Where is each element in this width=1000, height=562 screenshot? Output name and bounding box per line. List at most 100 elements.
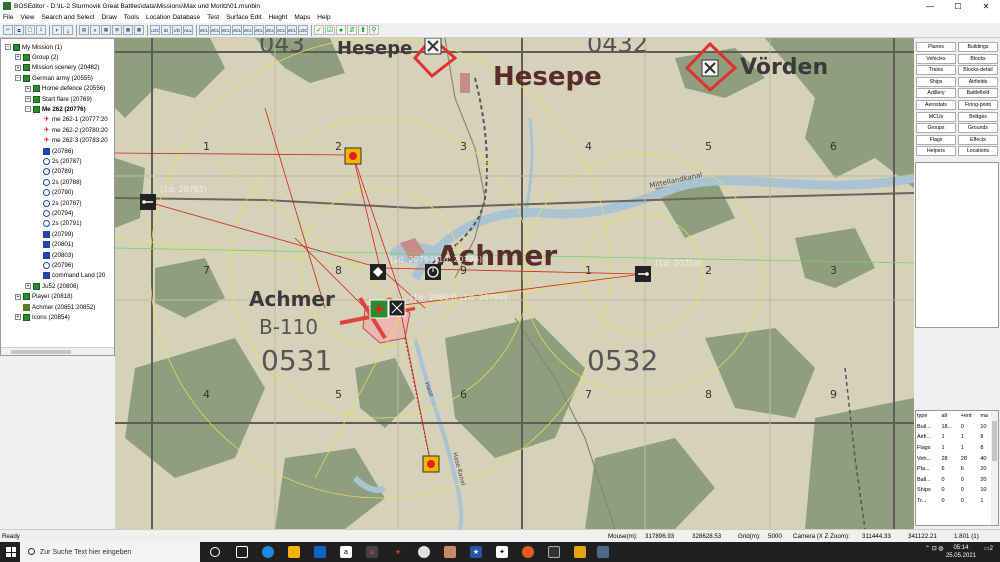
- toolbar-button-21[interactable]: MCU: [243, 25, 253, 35]
- menu-file[interactable]: File: [3, 14, 13, 21]
- menu-help[interactable]: Help: [317, 14, 330, 21]
- toolbar-button-23[interactable]: MCU: [265, 25, 275, 35]
- timer-icon[interactable]: [425, 264, 441, 280]
- trigger-icon-top[interactable]: [344, 147, 362, 165]
- object-type-button-battlefield[interactable]: Battlefield: [958, 88, 998, 99]
- taskbar-clock[interactable]: 05:14 25.05.2021: [946, 544, 976, 560]
- map-canvas[interactable]: Hesepe Hesepe Vörden Achmer Achmer B-110…: [115, 38, 914, 529]
- toolbar-extra-button-3[interactable]: ●: [336, 25, 346, 35]
- tree-item[interactable]: Achmer (20851:20852): [15, 302, 95, 312]
- collapse-icon[interactable]: −: [25, 106, 31, 113]
- waypoint-icon-east[interactable]: [635, 266, 651, 282]
- tree-item[interactable]: (20796): [35, 260, 73, 270]
- tree-item[interactable]: (20794): [35, 208, 73, 218]
- tree-item[interactable]: + Mission scenery (20482): [15, 63, 99, 73]
- toolbar-extra-button-5[interactable]: ⬆: [358, 25, 368, 35]
- toolbar-button-25[interactable]: MCU: [287, 25, 297, 35]
- stats-header[interactable]: type: [916, 411, 940, 422]
- expand-icon[interactable]: +: [15, 314, 21, 321]
- app-icon-4[interactable]: [548, 546, 560, 558]
- toolbar-button-19[interactable]: MCU: [221, 25, 231, 35]
- tree-item[interactable]: + Player (20818): [15, 292, 73, 302]
- waypoint-icon-west[interactable]: [140, 194, 156, 210]
- expand-icon[interactable]: +: [25, 283, 31, 290]
- store-icon[interactable]: [288, 546, 300, 558]
- tree-item[interactable]: + Ju52 (20806): [25, 281, 78, 291]
- object-type-button-blocks[interactable]: Blocks: [958, 53, 998, 64]
- expand-icon[interactable]: +: [15, 293, 21, 300]
- object-type-button-buildings[interactable]: Buildings: [958, 42, 998, 52]
- toolbar-button-8[interactable]: #: [90, 25, 100, 35]
- tree-item[interactable]: + Icons (20854): [15, 312, 70, 322]
- toolbar-button-16[interactable]: ALL: [183, 25, 193, 35]
- toolbar-button-13[interactable]: LOC: [150, 25, 160, 35]
- object-type-button-blocks-detail[interactable]: Blocks-detail: [958, 65, 998, 76]
- tree-item[interactable]: + Home defence (20556): [25, 84, 105, 94]
- toolbar-button-18[interactable]: MCU: [210, 25, 220, 35]
- toolbar-button-6[interactable]: ⤓: [63, 25, 73, 35]
- toolbar-button-7[interactable]: ▤: [79, 25, 89, 35]
- tree-item[interactable]: (20790): [35, 188, 73, 198]
- toolbar-button-24[interactable]: MCU: [276, 25, 286, 35]
- expand-icon[interactable]: +: [25, 85, 31, 92]
- object-type-button-planes[interactable]: Planes: [916, 42, 956, 52]
- toolbar-button-26[interactable]: LOC: [298, 25, 308, 35]
- menu-location-database[interactable]: Location Database: [146, 14, 200, 21]
- tree-item[interactable]: ✈ me 262-3 (20783:20: [35, 136, 108, 146]
- tree-item[interactable]: (20801): [35, 240, 73, 250]
- menu-surface-edit[interactable]: Surface Edit: [226, 14, 261, 21]
- edge-icon[interactable]: [262, 546, 274, 558]
- tree-item[interactable]: + Group (2): [15, 52, 58, 62]
- mission-tree[interactable]: − My Mission (1) + Group (2) + Mission scener…: [0, 38, 115, 356]
- taskbar-search[interactable]: Zur Suche Text hier eingeben: [20, 542, 200, 562]
- tree-item[interactable]: (20789): [35, 167, 73, 177]
- maximize-button[interactable]: ☐: [944, 2, 972, 11]
- tree-item[interactable]: − German army (20555): [15, 73, 93, 83]
- game-star-icon[interactable]: ★: [392, 546, 404, 558]
- object-type-button-firing-point[interactable]: Firing-point: [958, 100, 998, 110]
- object-type-button-ships[interactable]: Ships: [916, 76, 956, 87]
- toolbar-button-10[interactable]: ⊞: [112, 25, 122, 35]
- tree-item[interactable]: (20799): [35, 229, 73, 239]
- il2-icon[interactable]: ▲: [366, 546, 378, 558]
- tree-item[interactable]: 2s (20787): [35, 156, 82, 166]
- object-type-button-vehicles[interactable]: Vehicles: [916, 53, 956, 64]
- tree-item[interactable]: ✈ me 262-2 (20780:20: [35, 125, 108, 135]
- expand-icon[interactable]: +: [15, 64, 21, 71]
- toolbar-button-11[interactable]: ▩: [123, 25, 133, 35]
- stats-header[interactable]: all: [940, 411, 959, 422]
- collapse-icon[interactable]: −: [5, 44, 11, 50]
- tree-item[interactable]: (20786): [35, 146, 73, 156]
- tree-item[interactable]: − My Mission (1): [5, 42, 62, 52]
- amazon-icon[interactable]: a: [340, 546, 352, 558]
- toolbar-button-2[interactable]: ⧉: [14, 25, 24, 35]
- collapse-icon[interactable]: −: [15, 75, 21, 82]
- menu-view[interactable]: View: [20, 14, 34, 21]
- mail-icon[interactable]: [314, 546, 326, 558]
- app-icon-3[interactable]: ✦: [496, 546, 508, 558]
- object-type-button-locations[interactable]: Locations: [958, 146, 998, 157]
- stats-scrollbar[interactable]: [991, 411, 998, 525]
- menu-draw[interactable]: Draw: [102, 14, 117, 21]
- toolbar-button-12[interactable]: ▦: [134, 25, 144, 35]
- object-type-button-bridges[interactable]: Bridges: [958, 111, 998, 122]
- object-type-list[interactable]: [915, 162, 999, 328]
- object-type-button-grounds[interactable]: Grounds: [958, 123, 998, 134]
- minimize-button[interactable]: —: [916, 2, 944, 11]
- stats-header[interactable]: +ent: [960, 411, 980, 422]
- object-type-button-aerostats[interactable]: Aerostats: [916, 100, 956, 110]
- tree-item[interactable]: 2s (20791): [35, 219, 82, 229]
- toolbar-button-20[interactable]: MCU: [232, 25, 242, 35]
- toolbar-extra-button-2[interactable]: ☑: [325, 25, 335, 35]
- expand-icon[interactable]: +: [25, 96, 31, 102]
- object-type-button-airfields[interactable]: Airfields: [958, 76, 998, 87]
- object-type-button-groups[interactable]: Groups: [916, 123, 956, 134]
- command-icon[interactable]: [370, 264, 386, 280]
- tray-icons[interactable]: ⌃ ⊡ ◍: [925, 545, 944, 552]
- toolbar-button-22[interactable]: MCU: [254, 25, 264, 35]
- tree-item[interactable]: − Me 262 (20776): [25, 104, 86, 114]
- menu-maps[interactable]: Maps: [294, 14, 310, 21]
- app-icon-1[interactable]: [444, 546, 456, 558]
- app-icon-2[interactable]: ★: [470, 546, 482, 558]
- trigger-icon-bottom[interactable]: [422, 455, 440, 473]
